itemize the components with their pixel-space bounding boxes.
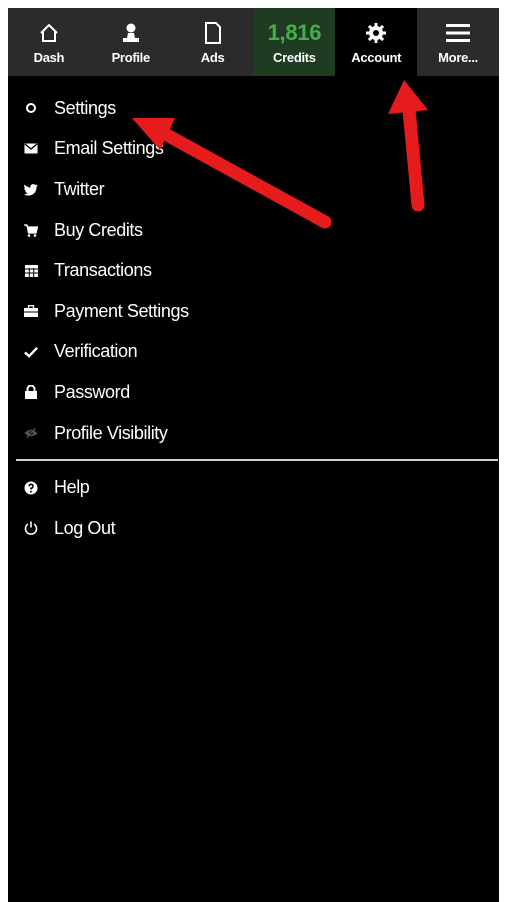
nav-dash[interactable]: Dash <box>8 8 90 76</box>
menu-item-settings[interactable]: Settings <box>8 88 499 129</box>
menu-item-transactions[interactable]: Transactions <box>8 250 499 291</box>
menu-item-email-settings[interactable]: Email Settings <box>8 129 499 170</box>
nav-profile-label: Profile <box>111 49 151 65</box>
menu-item-label: Email Settings <box>54 138 164 159</box>
menu-item-label: Password <box>54 381 130 402</box>
power-icon <box>24 521 38 536</box>
checkmark-icon <box>24 345 38 359</box>
hamburger-icon <box>445 20 471 46</box>
gear-icon <box>365 20 387 46</box>
nav-credits-label: Credits <box>273 49 316 65</box>
menu-item-buy-credits[interactable]: Buy Credits <box>8 210 499 251</box>
menu-item-verification[interactable]: Verification <box>8 332 499 373</box>
menu-item-label: Settings <box>54 97 116 118</box>
app-frame: Dash Profile Ads 1,816 Credits Account M… <box>8 8 499 902</box>
account-dropdown-menu: Settings Email Settings Twitter Buy Cred… <box>8 88 499 549</box>
briefcase-icon <box>24 304 38 318</box>
nav-ads[interactable]: Ads <box>172 8 254 76</box>
user-icon <box>120 20 142 46</box>
document-icon <box>203 20 223 46</box>
menu-item-label: Profile Visibility <box>54 422 168 443</box>
menu-item-label: Buy Credits <box>54 219 143 240</box>
home-icon <box>38 20 60 46</box>
menu-item-label: Payment Settings <box>54 300 189 321</box>
menu-item-payment-settings[interactable]: Payment Settings <box>8 291 499 332</box>
nav-dash-label: Dash <box>33 49 65 65</box>
menu-item-password[interactable]: Password <box>8 372 499 413</box>
menu-divider <box>16 459 498 462</box>
table-icon <box>24 264 38 278</box>
lock-icon <box>24 385 38 400</box>
menu-item-label: Twitter <box>54 178 105 199</box>
menu-item-help[interactable]: Help <box>8 467 499 508</box>
menu-item-label: Log Out <box>54 517 116 538</box>
nav-more[interactable]: More... <box>417 8 499 76</box>
menu-item-profile-visibility[interactable]: Profile Visibility <box>8 413 499 454</box>
circle-icon <box>24 101 38 115</box>
menu-item-label: Help <box>54 477 90 498</box>
menu-item-label: Verification <box>54 341 138 362</box>
nav-account[interactable]: Account <box>335 8 418 76</box>
envelope-icon <box>24 142 38 156</box>
nav-ads-label: Ads <box>200 49 225 65</box>
twitter-bird-icon <box>24 182 38 196</box>
cart-icon <box>24 223 38 237</box>
menu-item-twitter[interactable]: Twitter <box>8 169 499 210</box>
menu-item-log-out[interactable]: Log Out <box>8 508 499 549</box>
nav-more-label: More... <box>438 49 478 65</box>
credits-value: 1,816 <box>267 19 322 45</box>
eye-slash-icon <box>24 426 38 440</box>
menu-item-label: Transactions <box>54 260 152 281</box>
question-circle-icon <box>24 481 38 495</box>
nav-profile[interactable]: Profile <box>90 8 172 76</box>
nav-credits[interactable]: 1,816 Credits <box>253 8 336 76</box>
nav-account-label: Account <box>351 49 402 65</box>
top-navbar: Dash Profile Ads 1,816 Credits Account M… <box>8 8 499 76</box>
